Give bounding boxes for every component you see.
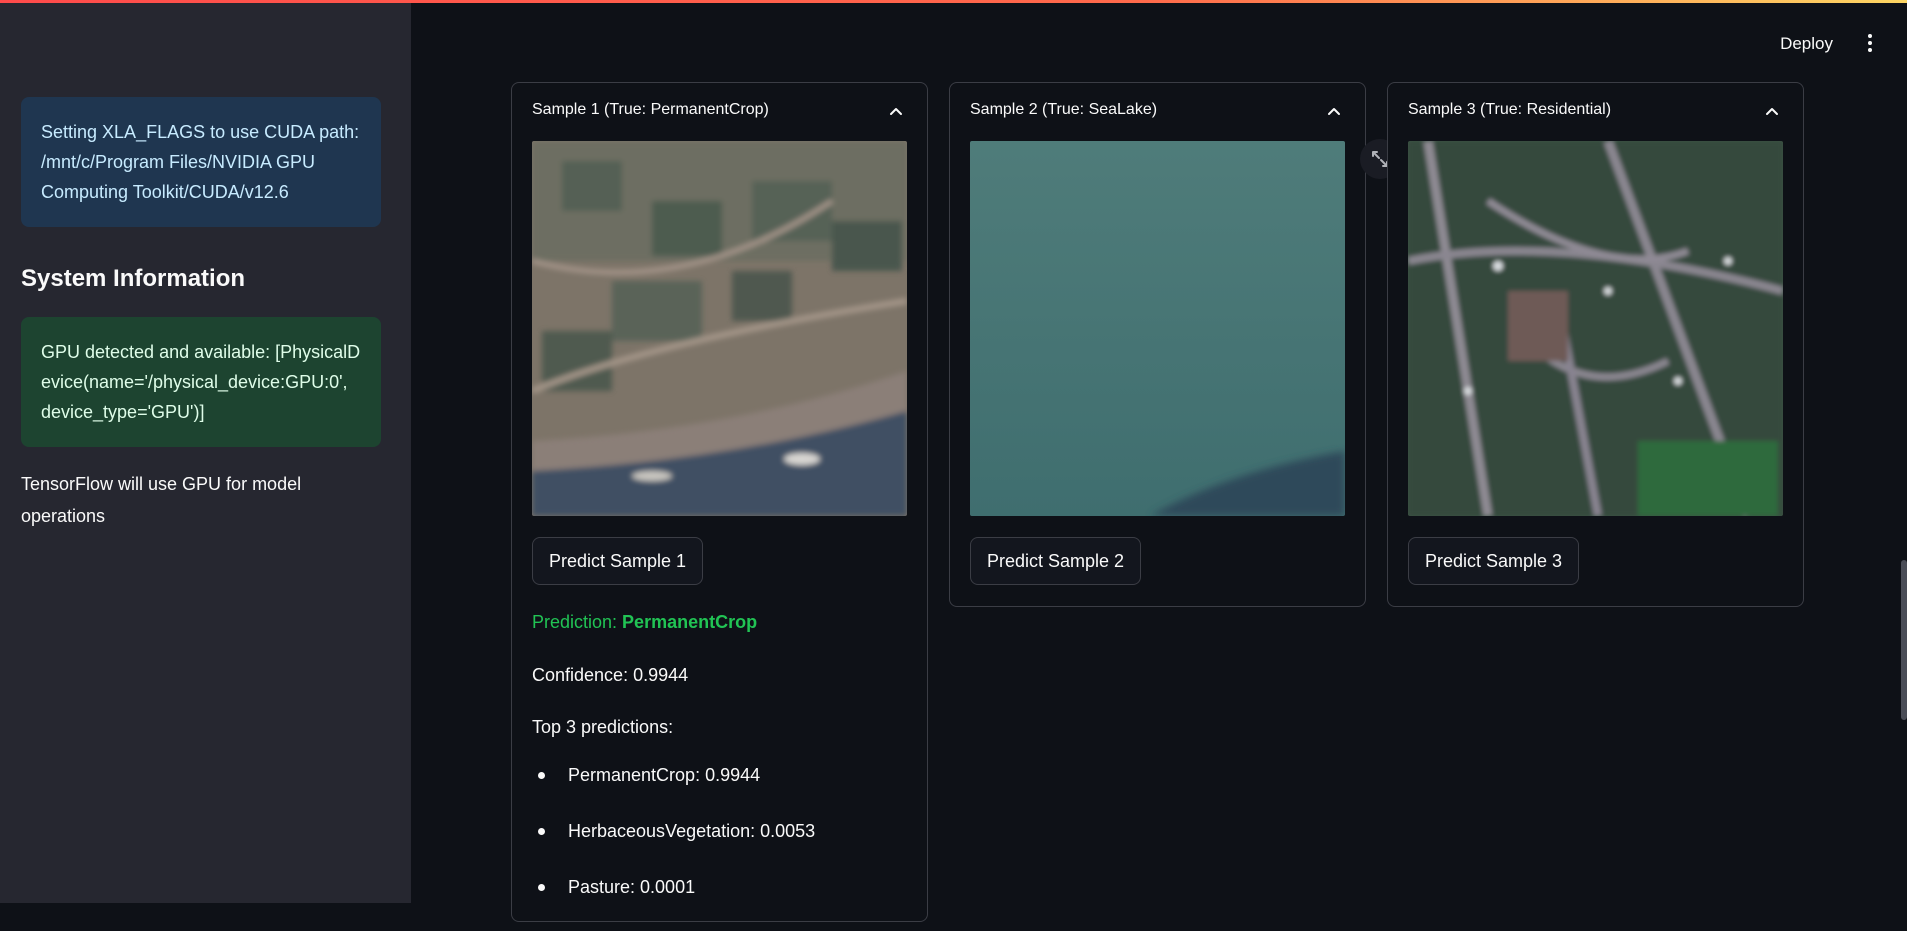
header-actions: Deploy xyxy=(1707,28,1907,60)
sample-1-expander-header[interactable]: Sample 1 (True: PermanentCrop) xyxy=(532,101,907,125)
sample-2-title: Sample 2 (True: SeaLake) xyxy=(970,101,1158,118)
list-item: PermanentCrop: 0.9944 xyxy=(532,763,815,819)
scrollbar-thumb[interactable] xyxy=(1901,560,1907,720)
predict-sample-1-button[interactable]: Predict Sample 1 xyxy=(532,537,704,585)
tensorflow-gpu-note: TensorFlow will use GPU for model operat… xyxy=(21,474,302,526)
sample-1-satellite-image xyxy=(532,141,907,516)
top-predictions-title: Top 3 predictions: xyxy=(532,717,674,737)
predict-sample-3-button[interactable]: Predict Sample 3 xyxy=(1408,537,1580,585)
top-predictions-list: PermanentCrop: 0.9944 HerbaceousVegetati… xyxy=(532,763,815,931)
sample-2-expander-header[interactable]: Sample 2 (True: SeaLake) xyxy=(970,101,1345,125)
sample-1-expander: Sample 1 (True: PermanentCrop) Predict S… xyxy=(511,82,928,922)
sample-3-satellite-image xyxy=(1408,141,1783,516)
predict-sample-2-button[interactable]: Predict Sample 2 xyxy=(970,537,1142,585)
system-information-heading: System Information xyxy=(21,265,246,292)
more-vertical-icon[interactable] xyxy=(1867,34,1873,54)
gpu-success-alert: GPU detected and available: [PhysicalDev… xyxy=(21,317,381,447)
sidebar: Setting XLA_FLAGS to use CUDA path: /mnt… xyxy=(0,0,411,903)
list-item: Pasture: 0.0001 xyxy=(532,875,815,931)
cuda-info-alert: Setting XLA_FLAGS to use CUDA path: /mnt… xyxy=(21,97,381,227)
chevron-up-icon xyxy=(1766,108,1778,115)
sample-1-title: Sample 1 (True: PermanentCrop) xyxy=(532,101,769,118)
sample-2-satellite-image xyxy=(970,141,1345,516)
top-accent-bar xyxy=(0,0,1907,3)
list-item: HerbaceousVegetation: 0.0053 xyxy=(532,819,815,875)
chevron-up-icon xyxy=(1328,108,1340,115)
prediction-confidence: Confidence: 0.9944 xyxy=(532,665,689,685)
chevron-up-icon xyxy=(890,108,902,115)
deploy-button[interactable]: Deploy xyxy=(1776,28,1837,60)
sample-3-title: Sample 3 (True: Residential) xyxy=(1408,101,1612,118)
prediction-result: Prediction: PermanentCrop xyxy=(532,612,757,633)
sample-3-expander: Sample 3 (True: Residential) Predict Sam… xyxy=(1387,82,1804,607)
sample-3-expander-header[interactable]: Sample 3 (True: Residential) xyxy=(1408,101,1783,125)
sample-2-expander: Sample 2 (True: SeaLake) Predict Sample … xyxy=(949,82,1366,607)
prediction-value: PermanentCrop xyxy=(622,612,758,632)
prediction-prefix: Prediction: xyxy=(532,612,623,632)
